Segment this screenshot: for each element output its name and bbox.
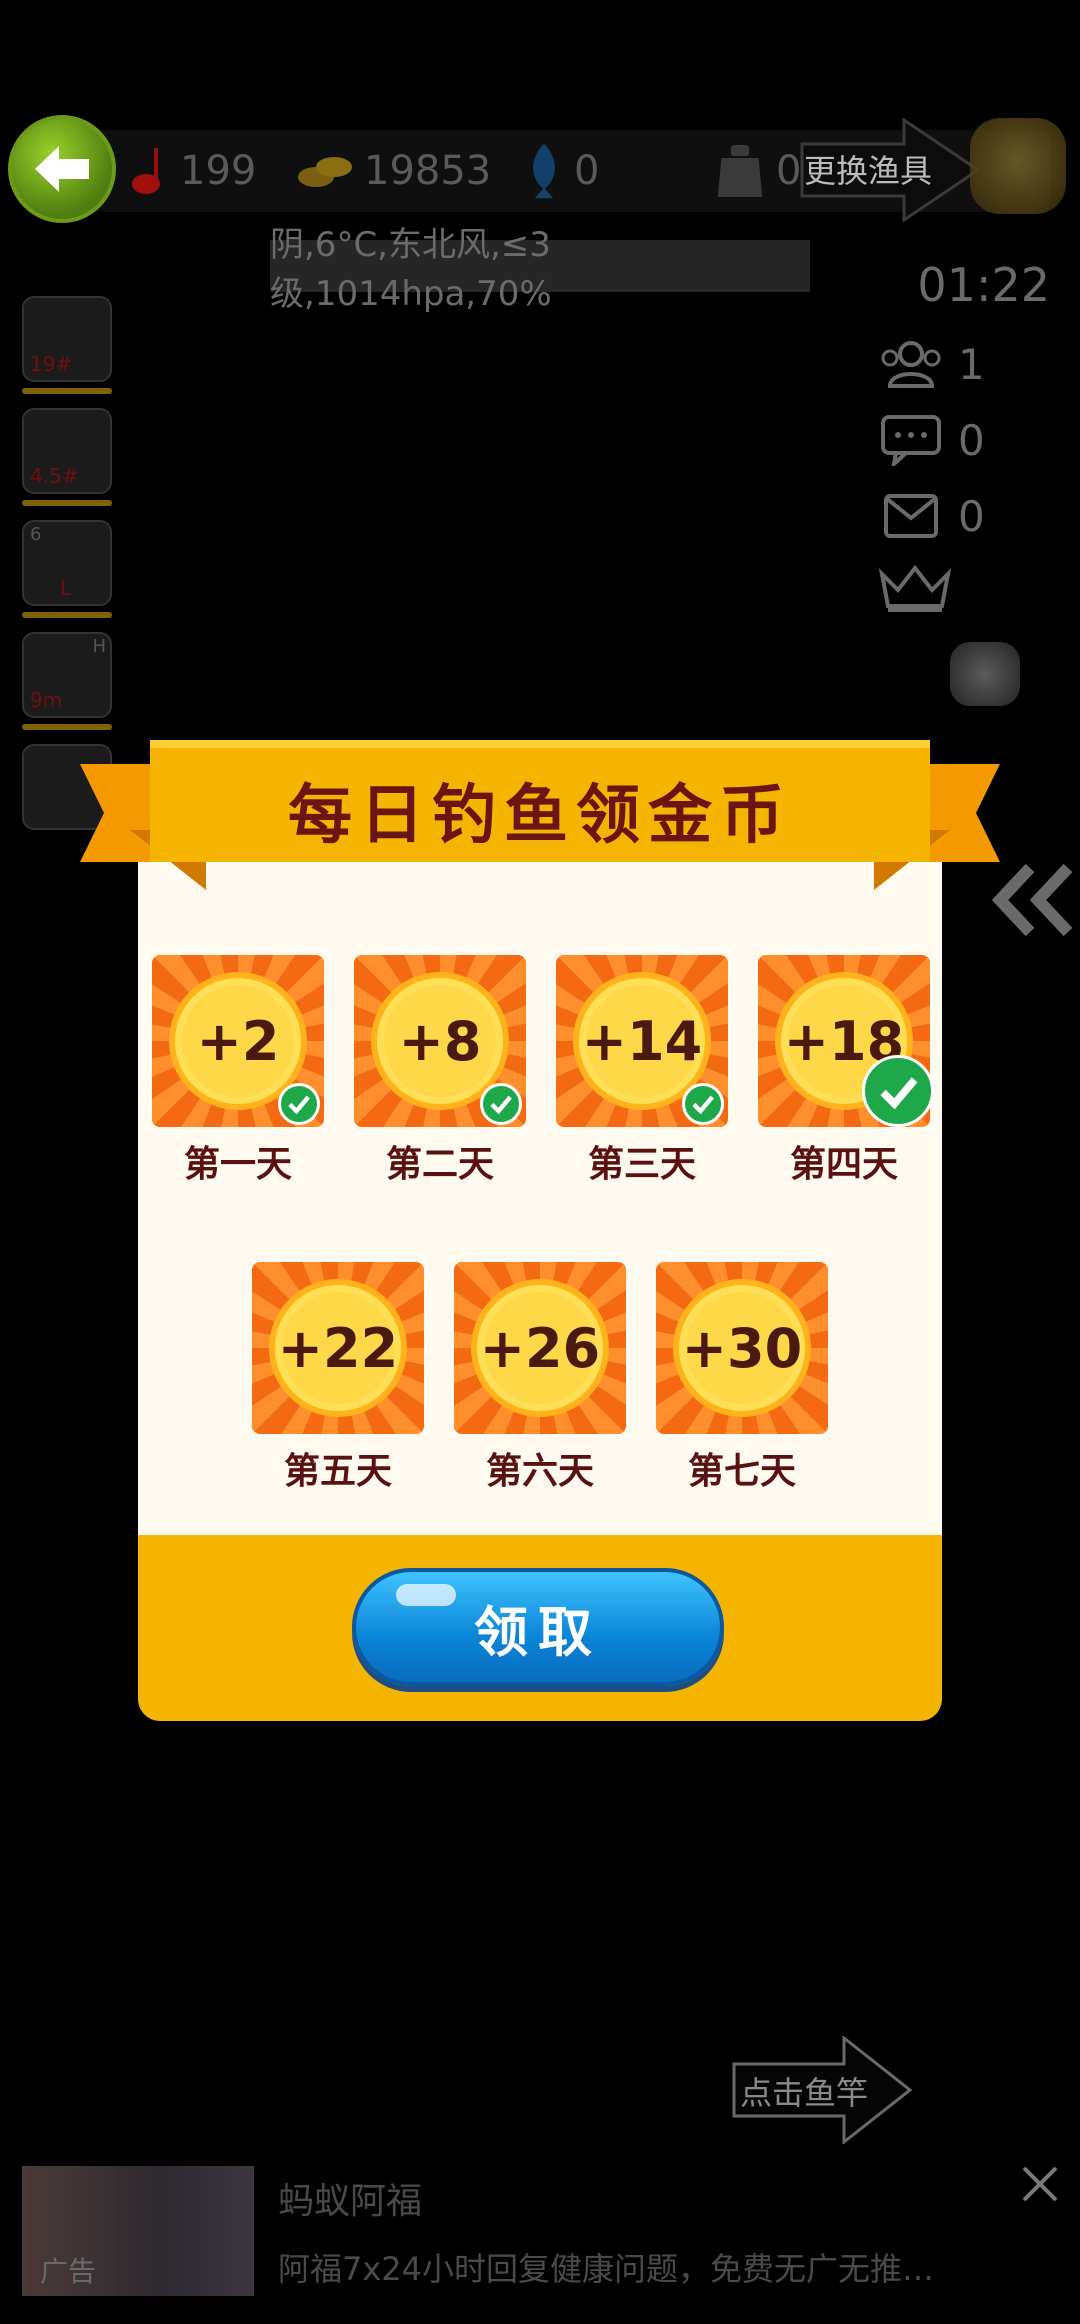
fish-icon: [522, 143, 566, 199]
reward-coin-value: +30: [681, 1316, 803, 1380]
reward-coin-value: +26: [479, 1316, 601, 1380]
weight-icon: [712, 144, 768, 198]
ad-title[interactable]: 蚂蚁阿福: [278, 2172, 422, 2224]
reward-day-label: 第一天: [183, 1143, 292, 1185]
gear-durability-bar: [22, 388, 112, 394]
bait-count-value: 199: [180, 148, 257, 194]
mail-icon: [884, 494, 938, 538]
chat-count: 0: [958, 415, 985, 465]
weight-count: 0: [712, 138, 801, 204]
tap-rod-label: 点击鱼竿: [740, 2074, 869, 2112]
chat-icon: [881, 415, 941, 466]
gear-durability-bar: [22, 612, 112, 618]
mail-button[interactable]: 0: [880, 486, 1060, 546]
mail-count: 0: [958, 491, 985, 541]
weight-count-value: 0: [776, 148, 802, 194]
gear-slot-line[interactable]: 4.5#: [22, 408, 112, 506]
players-icon: [881, 341, 941, 388]
players-online[interactable]: 1: [880, 334, 1060, 394]
change-gear-button[interactable]: 更换渔具: [800, 118, 980, 222]
gold-coins-icon: [296, 144, 356, 198]
gear-slot-tag: H: [92, 636, 106, 657]
reward-day-label: 第三天: [587, 1143, 696, 1185]
fish-count: 0: [522, 138, 599, 204]
button-shine: [396, 1584, 456, 1606]
fishing-timer: 01:22: [917, 258, 1050, 312]
back-arrow-icon: [35, 146, 89, 192]
bait-count: 199: [128, 138, 256, 204]
reward-tile-day-6: +26: [454, 1262, 626, 1434]
gear-slot-label: L: [60, 576, 72, 600]
gear-slot-label: 9m: [30, 688, 63, 712]
claimed-check-icon: [480, 1083, 522, 1125]
gear-slot-tag: 6: [30, 524, 42, 545]
reward-day-label: 第六天: [485, 1450, 594, 1492]
claimed-check-icon: [682, 1083, 724, 1125]
gear-durability-bar: [22, 500, 112, 506]
reward-tile-day-5: +22: [252, 1262, 424, 1434]
coin-count: 19853: [296, 138, 491, 204]
coin-count-value: 19853: [364, 148, 492, 194]
bait-float-icon: [128, 144, 172, 198]
claimed-check-icon: [862, 1055, 934, 1127]
tap-rod-hint[interactable]: 点击鱼竿: [732, 2036, 914, 2144]
reward-day-label: 第四天: [789, 1143, 898, 1185]
gear-slot-hook[interactable]: 19#: [22, 296, 112, 394]
dialog-title: 每日钓鱼领金币: [288, 778, 792, 853]
reward-day-label: 第七天: [687, 1450, 796, 1492]
players-count: 1: [958, 339, 985, 389]
close-icon[interactable]: [1018, 2162, 1062, 2206]
headlamp-icon[interactable]: [950, 642, 1020, 706]
chat-button[interactable]: 0: [880, 410, 1060, 470]
reward-day-label: 第五天: [283, 1450, 392, 1492]
claim-button[interactable]: 领取: [352, 1568, 724, 1686]
fish-count-value: 0: [574, 148, 600, 194]
claimed-check-icon: [278, 1083, 320, 1125]
gear-bag-icon[interactable]: [970, 118, 1066, 214]
gear-slot-rod[interactable]: H 9m: [22, 632, 112, 730]
weather-info: 阴,6°C,东北风,≤3级,1014hpa,70%: [270, 225, 810, 314]
back-button[interactable]: [8, 115, 116, 223]
crown-icon[interactable]: [878, 560, 952, 614]
gear-slot-label: 4.5#: [30, 464, 79, 488]
collapse-double-chevron-icon[interactable]: [990, 860, 1080, 940]
reward-day-label: 第二天: [385, 1143, 494, 1185]
gear-durability-bar: [22, 724, 112, 730]
change-gear-label: 更换渔具: [804, 152, 933, 190]
ad-description[interactable]: 阿福7x24小时回复健康问题，免费无广无推…: [278, 2244, 1018, 2290]
claim-button-label: 领取: [474, 1599, 602, 1664]
reward-coin-value: +22: [277, 1316, 399, 1380]
reward-tile-day-7: +30: [656, 1262, 828, 1434]
ad-badge: 广告: [40, 2255, 97, 2288]
gear-slot-label: 19#: [30, 352, 73, 376]
gear-slot-float[interactable]: 6 L: [22, 520, 112, 618]
